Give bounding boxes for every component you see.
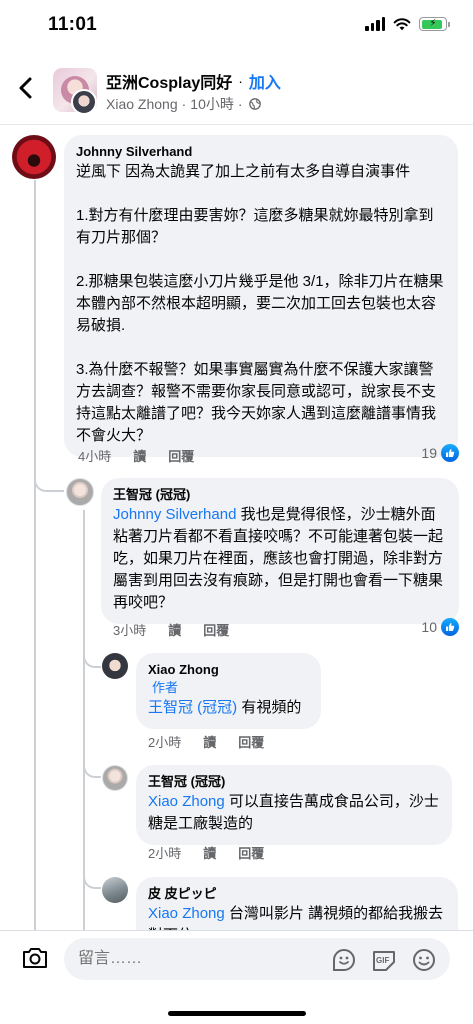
camera-icon[interactable]: [20, 943, 50, 973]
home-indicator[interactable]: [168, 1011, 306, 1016]
reply-button[interactable]: 回覆: [238, 843, 264, 862]
composer-tools: GIF: [331, 947, 437, 973]
poster-avatar[interactable]: [71, 89, 97, 115]
read-button[interactable]: 讀: [203, 732, 216, 751]
comment-time: 4小時: [78, 449, 112, 464]
mention-link[interactable]: Johnny Silverhand: [113, 506, 236, 523]
like-count: 19: [421, 445, 437, 461]
comment-author[interactable]: 王智冠 (冠冠): [113, 486, 447, 504]
comment-text: Xiao Zhong 可以直接告萬成食品公司，沙士糖是工廠製造的: [148, 791, 440, 835]
comment-author[interactable]: 皮 皮ピッピ: [148, 885, 446, 903]
comment-list: Johnny Silverhand 逆風下 因為太詭異了加上之前有太多自導自演事…: [0, 125, 473, 930]
avatar[interactable]: [102, 653, 128, 679]
avatar[interactable]: [12, 135, 56, 179]
read-button[interactable]: 讀: [203, 843, 216, 862]
post-header: 亞洲Cosplay同好 · 加入 Xiao Zhong · 10小時 ·: [0, 60, 473, 120]
reaction-count[interactable]: 19: [421, 444, 459, 462]
avatar[interactable]: [102, 877, 128, 903]
author-badge: 作者: [152, 680, 179, 695]
like-icon: [441, 618, 459, 636]
back-arrow-icon[interactable]: [12, 72, 40, 104]
comment-author[interactable]: Johnny Silverhand: [76, 143, 446, 161]
wifi-icon: [393, 18, 411, 31]
like-icon: [441, 444, 459, 462]
comment-meta: 2小時 讀 回覆: [148, 843, 264, 862]
thread-connector: [34, 460, 64, 492]
thread-line: [34, 180, 36, 930]
mention-link[interactable]: 王智冠 (冠冠): [148, 699, 237, 716]
comment-bubble: 王智冠 (冠冠) Xiao Zhong 可以直接告萬成食品公司，沙士糖是工廠製造…: [136, 765, 452, 845]
poster-name[interactable]: Xiao Zhong: [106, 96, 178, 112]
meta-dot: ·: [237, 96, 243, 112]
comment-time: 2小時: [148, 735, 182, 750]
comment-meta: 3小時 讀 回覆: [113, 620, 229, 639]
mention-link[interactable]: Xiao Zhong: [148, 793, 225, 810]
comment-time: 3小時: [113, 623, 147, 638]
signal-icon: [365, 17, 385, 31]
reply-button[interactable]: 回覆: [168, 446, 194, 465]
group-name[interactable]: 亞洲Cosplay同好: [106, 69, 232, 93]
comment-bubble: Johnny Silverhand 逆風下 因為太詭異了加上之前有太多自導自演事…: [64, 135, 458, 457]
comment-text: Johnny Silverhand 我也是覺得很怪，沙士糖外面粘著刀片看都不看直…: [113, 504, 447, 614]
mention-link[interactable]: Xiao Zhong: [148, 905, 225, 922]
read-button[interactable]: 讀: [133, 446, 146, 465]
comment-time: 2小時: [148, 846, 182, 861]
status-icons: ⚡: [365, 17, 450, 31]
comment-author[interactable]: Xiao Zhong: [148, 661, 309, 679]
comment-bubble: Xiao Zhong 作者 王智冠 (冠冠) 有視頻的: [136, 653, 321, 729]
comment-bubble: 王智冠 (冠冠) Johnny Silverhand 我也是覺得很怪，沙士糖外面…: [101, 478, 459, 624]
comment-text: Xiao Zhong 台灣叫影片 講視頻的都給我搬去對面住: [148, 903, 446, 930]
gif-label: GIF: [376, 956, 389, 965]
comment-meta: 2小時 讀 回覆: [148, 732, 264, 751]
reaction-count[interactable]: 10: [421, 618, 459, 636]
status-time: 11:01: [48, 14, 98, 35]
post-time: 10小時: [190, 96, 234, 112]
comment-text: 逆風下 因為太詭異了加上之前有太多自導自演事件 1.對方有什麼理由要害妳？這麼多…: [76, 163, 444, 444]
reply-button[interactable]: 回覆: [238, 732, 264, 751]
thread-connector: [83, 640, 101, 668]
join-group-button[interactable]: 加入: [249, 69, 281, 93]
avatar[interactable]: [66, 478, 94, 506]
like-count: 10: [421, 619, 437, 635]
title-separator: ·: [238, 73, 243, 89]
sticker-icon[interactable]: [331, 947, 357, 973]
comment-text-body: 有視頻的: [237, 699, 302, 716]
emoji-icon[interactable]: [411, 947, 437, 973]
globe-icon: [248, 98, 261, 110]
comment-bubble: 皮 皮ピッピ Xiao Zhong 台灣叫影片 講視頻的都給我搬去對面住: [136, 877, 458, 930]
battery-icon: ⚡: [419, 17, 450, 31]
gif-icon[interactable]: GIF: [371, 947, 397, 973]
status-bar: 11:01 ⚡: [0, 0, 473, 52]
meta-dot: ·: [181, 96, 187, 112]
thread-connector: [83, 861, 101, 889]
comment-composer: GIF: [0, 931, 473, 991]
reply-button[interactable]: 回覆: [203, 620, 229, 639]
comment-author[interactable]: 王智冠 (冠冠): [148, 773, 440, 791]
comment-meta: 4小時 讀 回覆: [78, 446, 194, 465]
comment-text: 王智冠 (冠冠) 有視頻的: [148, 697, 309, 719]
read-button[interactable]: 讀: [168, 620, 181, 639]
thread-connector: [83, 750, 101, 778]
avatar[interactable]: [102, 765, 128, 791]
